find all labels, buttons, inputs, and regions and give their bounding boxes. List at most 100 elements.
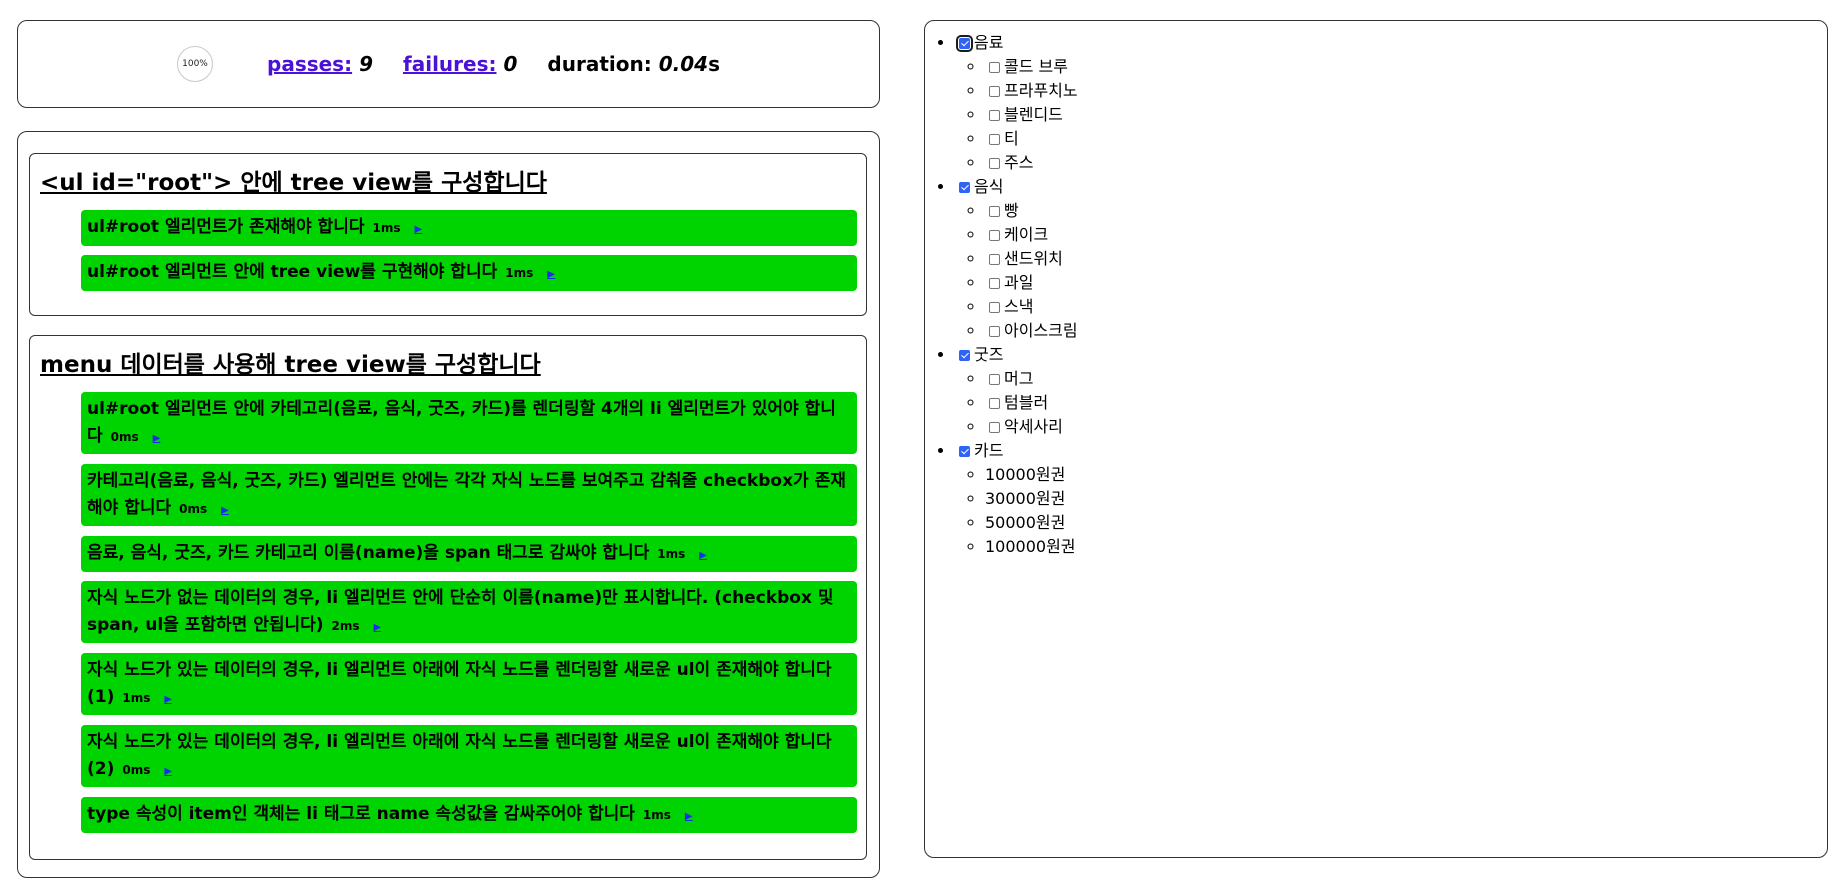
test-duration: 0ms [110,430,139,444]
child-name: 머그 [1004,369,1034,388]
child-name: 샌드위치 [1004,249,1063,268]
child-checkbox[interactable] [989,206,1000,217]
child-name: 아이스크림 [1004,321,1078,340]
failures-count: 0 [503,52,518,76]
child-list: 10000원권 30000원권 50000원권 100000원권 [985,463,1078,559]
replay-icon[interactable]: ▶ [221,505,229,516]
duration-label: duration: [547,52,652,76]
replay-icon[interactable]: ▶ [685,811,693,822]
child-list: 콜드 브루 프라푸치노 블렌디드 티 주스 [985,55,1078,175]
mocha-stats-panel: 100% passes: 9 failures: 0 duration: 0.0… [17,20,880,108]
child-name: 텀블러 [1004,393,1049,412]
child-checkbox[interactable] [989,62,1000,73]
child-name: 30000원권 [985,489,1066,508]
child-name: 악세사리 [1004,417,1063,436]
child-item: 케이크 [985,223,1078,247]
child-list: 빵 케이크 샌드위치 과일 스낵 아이스크림 [985,199,1078,343]
child-list: 머그 텀블러 악세사리 [985,367,1078,439]
child-item: 스낵 [985,295,1078,319]
child-item: 콜드 브루 [985,55,1078,79]
child-item: 머그 [985,367,1078,391]
child-name: 주스 [1004,153,1034,172]
failures-link[interactable]: failures: [403,52,496,76]
child-checkbox[interactable] [989,158,1000,169]
child-item: 프라푸치노 [985,79,1078,103]
child-name: 프라푸치노 [1004,81,1078,100]
child-name: 콜드 브루 [1004,57,1068,76]
child-checkbox[interactable] [989,110,1000,121]
tree-root: 음료 콜드 브루 프라푸치노 블렌디드 티 주스 음식 빵 케이크 샌드위치 과… [955,31,1078,559]
passes-count: 9 [359,52,374,76]
test-title: ul#root 엘리먼트 안에 카테고리(음료, 음식, 굿즈, 카드)를 렌더… [87,399,836,446]
test-item[interactable]: 자식 노드가 있는 데이터의 경우, li 엘리먼트 아래에 자식 노드를 렌더… [81,653,857,715]
child-checkbox[interactable] [989,374,1000,385]
test-title: 자식 노드가 있는 데이터의 경우, li 엘리먼트 아래에 자식 노드를 렌더… [87,732,832,779]
child-checkbox[interactable] [989,230,1000,241]
child-name: 50000원권 [985,513,1066,532]
child-item: 30000원권 [985,487,1078,511]
child-checkbox[interactable] [989,278,1000,289]
category-item: 굿즈 머그 텀블러 악세사리 [955,343,1078,439]
child-checkbox[interactable] [989,302,1000,313]
suite-title[interactable]: menu 데이터를 사용해 tree view를 구성합니다 [40,350,866,380]
test-duration: 0ms [179,502,208,516]
child-checkbox[interactable] [989,254,1000,265]
child-item: 100000원권 [985,535,1078,559]
child-name: 스낵 [1004,297,1034,316]
category-checkbox[interactable] [959,182,970,193]
child-name: 티 [1004,129,1019,148]
test-item[interactable]: ul#root 엘리먼트가 존재해야 합니다 1ms ▶ [81,210,857,246]
child-checkbox[interactable] [989,398,1000,409]
child-name: 케이크 [1004,225,1049,244]
suite-title[interactable]: <ul id="root"> 안에 tree view를 구성합니다 [40,168,866,198]
test-item[interactable]: 자식 노드가 있는 데이터의 경우, li 엘리먼트 아래에 자식 노드를 렌더… [81,725,857,787]
progress-ring: 100% [177,46,213,82]
mocha-report-panel: <ul id="root"> 안에 tree view를 구성합니다 ul#ro… [17,131,880,878]
child-item: 블렌디드 [985,103,1078,127]
child-item: 50000원권 [985,511,1078,535]
category-checkbox[interactable] [956,35,973,52]
replay-icon[interactable]: ▶ [374,622,382,633]
replay-icon[interactable]: ▶ [153,433,161,444]
replay-icon[interactable]: ▶ [164,766,172,777]
category-checkbox[interactable] [959,350,970,361]
replay-icon[interactable]: ▶ [699,550,707,561]
category-checkbox[interactable] [959,446,970,457]
suite: menu 데이터를 사용해 tree view를 구성합니다 ul#root 엘… [29,335,867,860]
category-name: 카드 [974,441,1004,460]
child-checkbox[interactable] [989,326,1000,337]
replay-icon[interactable]: ▶ [164,694,172,705]
child-name: 10000원권 [985,465,1066,484]
failures-stat: failures: 0 [403,52,517,76]
passes-link[interactable]: passes: [267,52,352,76]
test-duration: 1ms [505,266,534,280]
child-checkbox[interactable] [989,422,1000,433]
test-duration: 1ms [122,691,151,705]
test-duration: 1ms [642,808,671,822]
child-checkbox[interactable] [989,86,1000,97]
test-item[interactable]: type 속성이 item인 객체는 li 태그로 name 속성값을 감싸주어… [81,797,857,833]
test-duration: 2ms [331,619,360,633]
test-item[interactable]: 자식 노드가 없는 데이터의 경우, li 엘리먼트 안에 단순히 이름(nam… [81,581,857,643]
test-item[interactable]: ul#root 엘리먼트 안에 카테고리(음료, 음식, 굿즈, 카드)를 렌더… [81,392,857,454]
duration-unit: s [708,52,720,76]
tree-view-panel: 음료 콜드 브루 프라푸치노 블렌디드 티 주스 음식 빵 케이크 샌드위치 과… [924,20,1828,858]
test-title: ul#root 엘리먼트 안에 tree view를 구현해야 합니다 [87,262,498,282]
test-item[interactable]: ul#root 엘리먼트 안에 tree view를 구현해야 합니다 1ms ▶ [81,255,857,291]
test-title: type 속성이 item인 객체는 li 태그로 name 속성값을 감싸주어… [87,804,635,824]
replay-icon[interactable]: ▶ [414,224,422,235]
suite: <ul id="root"> 안에 tree view를 구성합니다 ul#ro… [29,153,867,316]
category-item: 음식 빵 케이크 샌드위치 과일 스낵 아이스크림 [955,175,1078,343]
test-duration: 0ms [122,763,151,777]
test-title: 자식 노드가 없는 데이터의 경우, li 엘리먼트 안에 단순히 이름(nam… [87,588,834,635]
child-name: 과일 [1004,273,1034,292]
child-name: 100000원권 [985,537,1076,556]
test-item[interactable]: 카테고리(음료, 음식, 굿즈, 카드) 엘리먼트 안에는 각각 자식 노드를 … [81,464,857,526]
child-name: 블렌디드 [1004,105,1063,124]
child-checkbox[interactable] [989,134,1000,145]
test-item[interactable]: 음료, 음식, 굿즈, 카드 카테고리 이름(name)을 span 태그로 감… [81,536,857,572]
child-item: 아이스크림 [985,319,1078,343]
child-item: 텀블러 [985,391,1078,415]
replay-icon[interactable]: ▶ [547,269,555,280]
test-duration: 1ms [372,221,401,235]
